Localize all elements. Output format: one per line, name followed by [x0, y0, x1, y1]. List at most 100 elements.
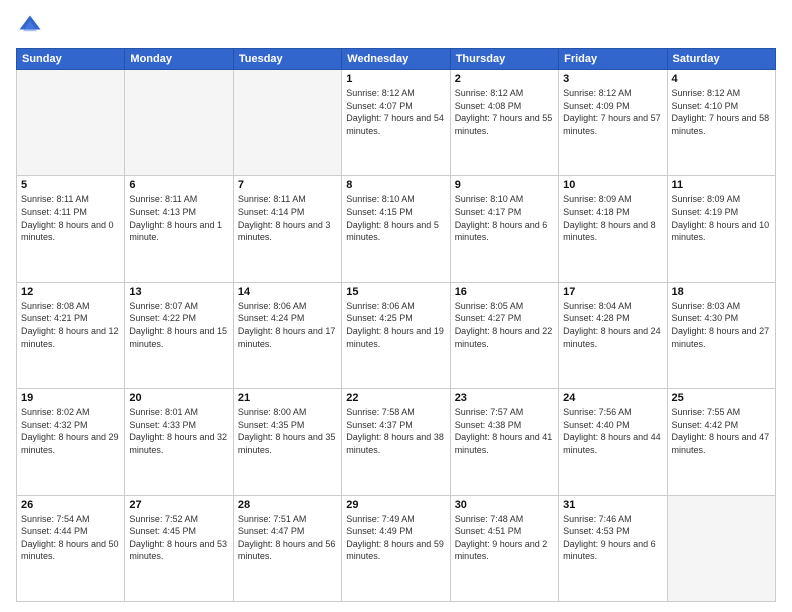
calendar-cell: 28 Sunrise: 7:51 AM Sunset: 4:47 PM Dayli…	[233, 495, 341, 601]
logo	[16, 12, 48, 40]
calendar-cell: 8 Sunrise: 8:10 AM Sunset: 4:15 PM Daylig…	[342, 176, 450, 282]
day-number: 15	[346, 286, 445, 298]
day-number: 12	[21, 286, 120, 298]
calendar-cell: 29Sunrise: 7:49 AM Sunset: 4:49 PM Dayli…	[342, 495, 450, 601]
day-info: Sunrise: 7:54 AM Sunset: 4:44 PM Dayligh…	[21, 513, 120, 563]
calendar-week-4: 19 Sunrise: 8:02 AM Sunset: 4:32 PM Dayli…	[17, 389, 776, 495]
calendar-cell: 9 Sunrise: 8:10 AM Sunset: 4:17 PM Daylig…	[450, 176, 558, 282]
weekday-header-tuesday: Tuesday	[233, 49, 341, 70]
calendar-cell: 3Sunrise: 8:12 AM Sunset: 4:09 PM Daylig…	[559, 70, 667, 176]
calendar-cell	[125, 70, 233, 176]
day-info: Sunrise: 8:08 AM Sunset: 4:21 PM Dayligh…	[21, 300, 120, 350]
calendar-cell: 18Sunrise: 8:03 AM Sunset: 4:30 PM Dayli…	[667, 282, 775, 388]
calendar-cell: 19 Sunrise: 8:02 AM Sunset: 4:32 PM Dayli…	[17, 389, 125, 495]
day-info: Sunrise: 8:05 AM Sunset: 4:27 PM Dayligh…	[455, 300, 554, 350]
day-number: 4	[672, 73, 771, 85]
day-number: 6	[129, 179, 228, 191]
calendar-cell: 4Sunrise: 8:12 AM Sunset: 4:10 PM Daylig…	[667, 70, 775, 176]
day-info: Sunrise: 7:58 AM Sunset: 4:37 PM Dayligh…	[346, 406, 445, 456]
calendar-cell: 7Sunrise: 8:11 AM Sunset: 4:14 PM Daylig…	[233, 176, 341, 282]
day-number: 17	[563, 286, 662, 298]
weekday-header-friday: Friday	[559, 49, 667, 70]
calendar-cell	[233, 70, 341, 176]
day-number: 26	[21, 499, 120, 511]
day-info: Sunrise: 8:00 AM Sunset: 4:35 PM Dayligh…	[238, 406, 337, 456]
day-info: Sunrise: 8:09 AM Sunset: 4:18 PM Dayligh…	[563, 193, 662, 243]
day-info: Sunrise: 7:48 AM Sunset: 4:51 PM Dayligh…	[455, 513, 554, 563]
day-number: 16	[455, 286, 554, 298]
day-info: Sunrise: 8:04 AM Sunset: 4:28 PM Dayligh…	[563, 300, 662, 350]
day-info: Sunrise: 8:06 AM Sunset: 4:25 PM Dayligh…	[346, 300, 445, 350]
day-info: Sunrise: 7:57 AM Sunset: 4:38 PM Dayligh…	[455, 406, 554, 456]
page: SundayMondayTuesdayWednesdayThursdayFrid…	[0, 0, 792, 612]
day-number: 19	[21, 392, 120, 404]
day-number: 24	[563, 392, 662, 404]
calendar-cell: 17 Sunrise: 8:04 AM Sunset: 4:28 PM Dayli…	[559, 282, 667, 388]
day-number: 23	[455, 392, 554, 404]
day-info: Sunrise: 8:01 AM Sunset: 4:33 PM Dayligh…	[129, 406, 228, 456]
calendar-cell: 14 Sunrise: 8:06 AM Sunset: 4:24 PM Dayli…	[233, 282, 341, 388]
day-number: 11	[672, 179, 771, 191]
day-number: 10	[563, 179, 662, 191]
day-info: Sunrise: 7:46 AM Sunset: 4:53 PM Dayligh…	[563, 513, 662, 563]
calendar-cell	[667, 495, 775, 601]
day-number: 31	[563, 499, 662, 511]
calendar-cell: 1Sunrise: 8:12 AM Sunset: 4:07 PM Daylig…	[342, 70, 450, 176]
calendar-cell: 6 Sunrise: 8:11 AM Sunset: 4:13 PM Daylig…	[125, 176, 233, 282]
calendar-cell: 24 Sunrise: 7:56 AM Sunset: 4:40 PM Dayli…	[559, 389, 667, 495]
weekday-header-wednesday: Wednesday	[342, 49, 450, 70]
calendar-week-3: 12 Sunrise: 8:08 AM Sunset: 4:21 PM Dayli…	[17, 282, 776, 388]
day-number: 30	[455, 499, 554, 511]
calendar-week-1: 1Sunrise: 8:12 AM Sunset: 4:07 PM Daylig…	[17, 70, 776, 176]
calendar-cell: 2Sunrise: 8:12 AM Sunset: 4:08 PM Daylig…	[450, 70, 558, 176]
day-number: 27	[129, 499, 228, 511]
calendar-cell: 16 Sunrise: 8:05 AM Sunset: 4:27 PM Dayli…	[450, 282, 558, 388]
day-number: 18	[672, 286, 771, 298]
day-info: Sunrise: 7:55 AM Sunset: 4:42 PM Dayligh…	[672, 406, 771, 456]
day-number: 29	[346, 499, 445, 511]
calendar-cell: 5Sunrise: 8:11 AM Sunset: 4:11 PM Daylig…	[17, 176, 125, 282]
calendar-cell: 21 Sunrise: 8:00 AM Sunset: 4:35 PM Dayli…	[233, 389, 341, 495]
weekday-header-thursday: Thursday	[450, 49, 558, 70]
day-number: 21	[238, 392, 337, 404]
day-number: 20	[129, 392, 228, 404]
calendar-cell: 20 Sunrise: 8:01 AM Sunset: 4:33 PM Dayli…	[125, 389, 233, 495]
day-info: Sunrise: 8:06 AM Sunset: 4:24 PM Dayligh…	[238, 300, 337, 350]
day-info: Sunrise: 7:56 AM Sunset: 4:40 PM Dayligh…	[563, 406, 662, 456]
day-info: Sunrise: 7:52 AM Sunset: 4:45 PM Dayligh…	[129, 513, 228, 563]
calendar-cell: 31 Sunrise: 7:46 AM Sunset: 4:53 PM Dayli…	[559, 495, 667, 601]
day-number: 22	[346, 392, 445, 404]
calendar-cell: 23 Sunrise: 7:57 AM Sunset: 4:38 PM Dayli…	[450, 389, 558, 495]
day-info: Sunrise: 8:07 AM Sunset: 4:22 PM Dayligh…	[129, 300, 228, 350]
weekday-header-saturday: Saturday	[667, 49, 775, 70]
calendar-cell: 10 Sunrise: 8:09 AM Sunset: 4:18 PM Dayli…	[559, 176, 667, 282]
day-info: Sunrise: 8:02 AM Sunset: 4:32 PM Dayligh…	[21, 406, 120, 456]
day-number: 13	[129, 286, 228, 298]
calendar-table: SundayMondayTuesdayWednesdayThursdayFrid…	[16, 48, 776, 602]
day-number: 5	[21, 179, 120, 191]
weekday-header-sunday: Sunday	[17, 49, 125, 70]
day-info: Sunrise: 8:09 AM Sunset: 4:19 PM Dayligh…	[672, 193, 771, 243]
day-number: 9	[455, 179, 554, 191]
day-info: Sunrise: 8:11 AM Sunset: 4:13 PM Dayligh…	[129, 193, 228, 243]
calendar-cell: 30 Sunrise: 7:48 AM Sunset: 4:51 PM Dayli…	[450, 495, 558, 601]
calendar-cell: 26 Sunrise: 7:54 AM Sunset: 4:44 PM Dayli…	[17, 495, 125, 601]
weekday-header-monday: Monday	[125, 49, 233, 70]
logo-icon	[16, 12, 44, 40]
calendar-cell	[17, 70, 125, 176]
day-info: Sunrise: 7:51 AM Sunset: 4:47 PM Dayligh…	[238, 513, 337, 563]
day-number: 8	[346, 179, 445, 191]
calendar-cell: 22 Sunrise: 7:58 AM Sunset: 4:37 PM Dayli…	[342, 389, 450, 495]
day-number: 14	[238, 286, 337, 298]
day-number: 28	[238, 499, 337, 511]
day-number: 25	[672, 392, 771, 404]
day-number: 7	[238, 179, 337, 191]
day-info: Sunrise: 8:10 AM Sunset: 4:15 PM Dayligh…	[346, 193, 445, 243]
day-info: Sunrise: 8:12 AM Sunset: 4:07 PM Dayligh…	[346, 87, 445, 137]
calendar-week-5: 26 Sunrise: 7:54 AM Sunset: 4:44 PM Dayli…	[17, 495, 776, 601]
day-info: Sunrise: 8:12 AM Sunset: 4:09 PM Dayligh…	[563, 87, 662, 137]
header	[16, 12, 776, 40]
calendar-cell: 25 Sunrise: 7:55 AM Sunset: 4:42 PM Dayli…	[667, 389, 775, 495]
calendar-cell: 11 Sunrise: 8:09 AM Sunset: 4:19 PM Dayli…	[667, 176, 775, 282]
day-info: Sunrise: 8:10 AM Sunset: 4:17 PM Dayligh…	[455, 193, 554, 243]
